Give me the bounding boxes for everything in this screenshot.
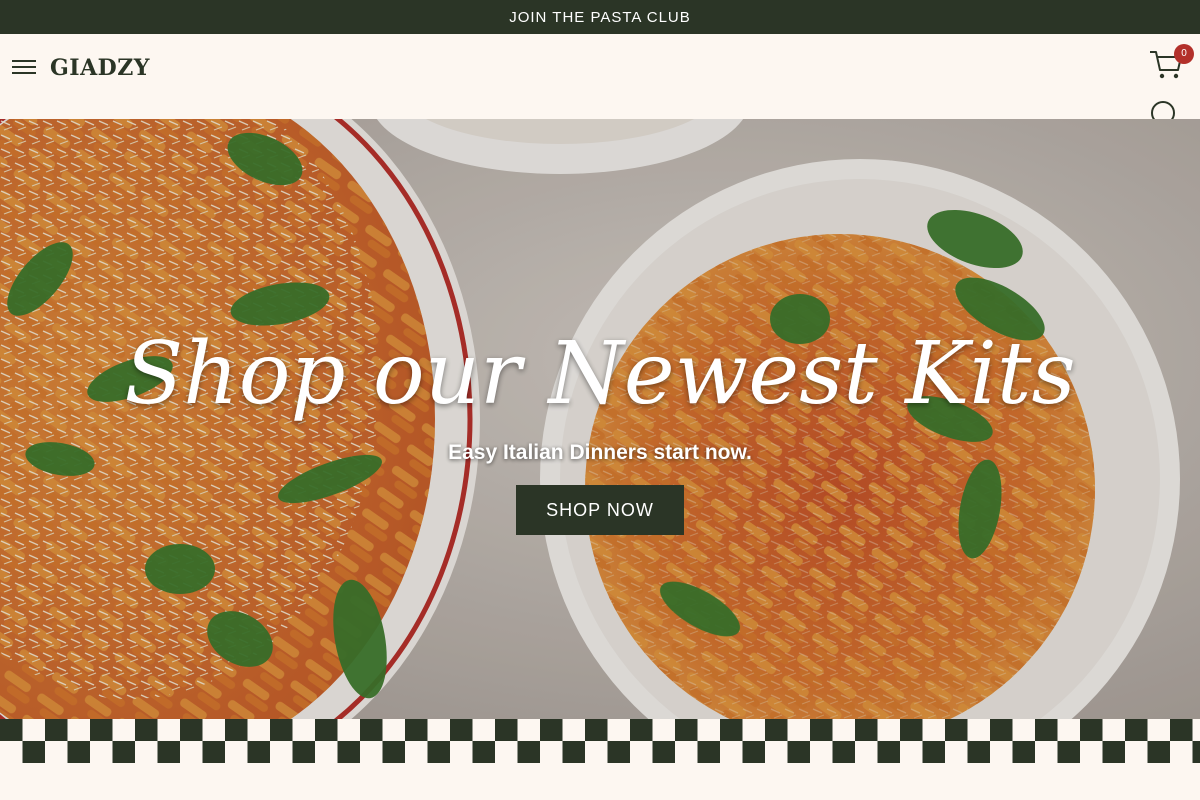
hamburger-menu-icon[interactable]: [12, 60, 38, 76]
checkerboard-divider: [0, 719, 1200, 763]
site-logo[interactable]: GIADZY: [50, 52, 150, 84]
site-header: GIADZY 0: [0, 34, 1200, 133]
announcement-bar: JOIN THE PASTA CLUB: [0, 0, 1200, 34]
join-pasta-club-link[interactable]: JOIN THE PASTA CLUB: [509, 9, 691, 26]
cart-count-badge: 0: [1174, 44, 1194, 64]
shop-now-button[interactable]: SHOP NOW: [516, 485, 684, 535]
hero-title: Shop our Newest Kits: [124, 324, 1076, 424]
hero-subtitle: Easy Italian Dinners start now.: [448, 441, 752, 464]
page-body: [0, 763, 1200, 800]
hero-banner: Shop our Newest Kits Easy Italian Dinner…: [0, 119, 1200, 719]
